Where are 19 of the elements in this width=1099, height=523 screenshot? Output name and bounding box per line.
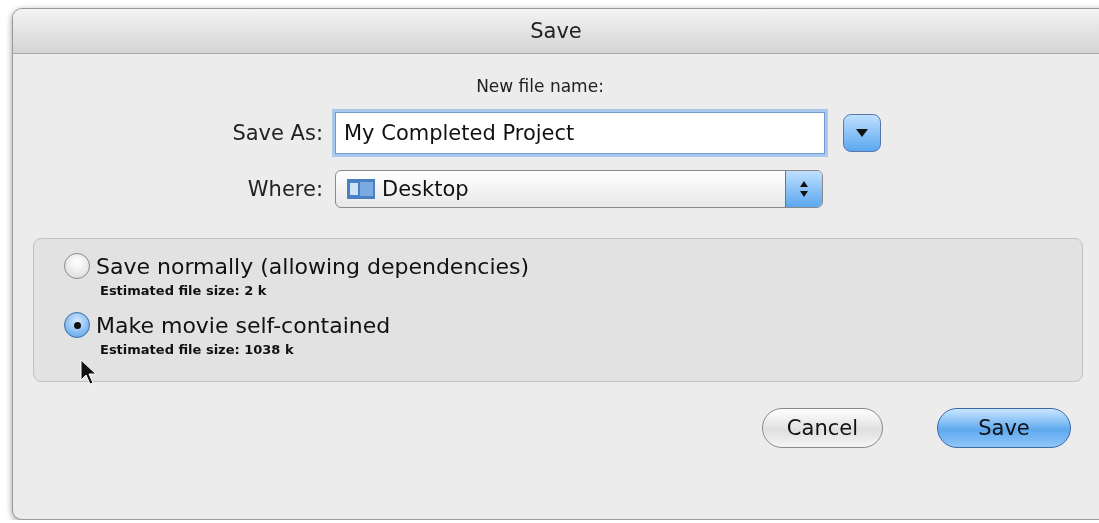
location-popup[interactable]: Desktop <box>335 170 823 208</box>
field-label: Where: <box>246 177 323 201</box>
mouse-pointer-icon <box>80 359 98 385</box>
caret-icon <box>855 128 869 138</box>
prompt-text: New file name: <box>476 76 605 96</box>
folder-icon <box>346 178 376 200</box>
default-button[interactable]: Save <box>937 408 1071 448</box>
size-estimate: Estimated file size: 2 k <box>100 283 268 298</box>
window-title: Save <box>530 19 582 43</box>
expand-button[interactable] <box>843 114 881 152</box>
field-label: Save As: <box>231 121 323 145</box>
option-label[interactable]: Save normally (allowing dependencies) <box>96 253 530 279</box>
stepper-arrows-icon <box>798 179 810 199</box>
file-name-field[interactable]: My Completed Project <box>335 112 825 154</box>
size-estimate: Estimated file size: 1038 k <box>100 342 295 357</box>
radio-button[interactable] <box>64 312 90 338</box>
option-label[interactable]: Make movie self-contained <box>96 312 391 338</box>
dialog-button[interactable]: Cancel <box>761 408 883 448</box>
radio-button[interactable] <box>64 253 90 279</box>
